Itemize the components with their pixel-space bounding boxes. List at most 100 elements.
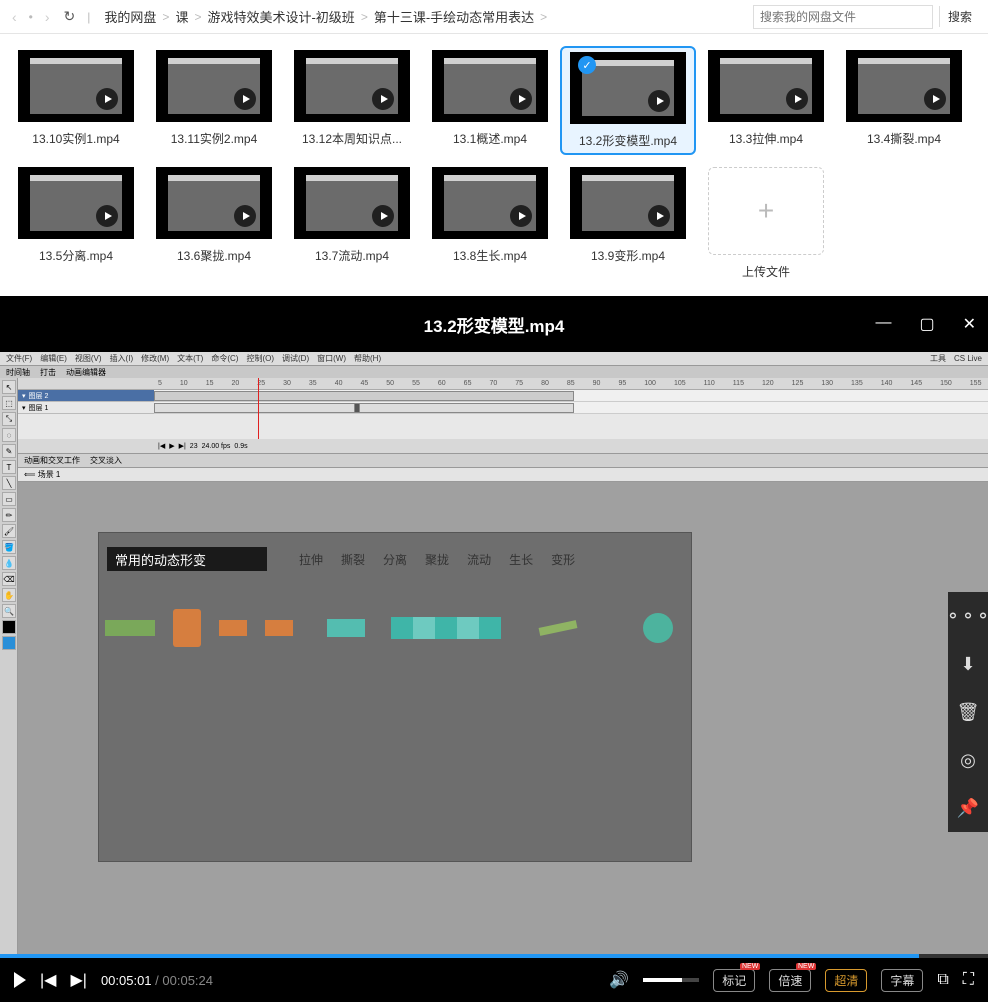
playhead-icon[interactable] [258, 378, 259, 447]
menu-item[interactable]: 修改(M) [141, 353, 169, 364]
crumb-0[interactable]: 我的网盘 [104, 7, 156, 26]
fill-swatch[interactable] [2, 636, 16, 650]
speed-button[interactable]: 倍速NEW [769, 969, 811, 992]
timeline-status: |◀ ▶ ▶| 23 24.00 fps 0.9s [18, 439, 988, 453]
search-input[interactable] [753, 5, 933, 29]
menu-right[interactable]: 工具 [930, 353, 946, 364]
file-name: 13.3拉伸.mp4 [729, 130, 803, 147]
prev-button[interactable]: |◀ [40, 970, 56, 990]
pen-tool-icon[interactable]: ✎ [2, 444, 16, 458]
zoom-tool-icon[interactable]: 🔍 [2, 604, 16, 618]
next-button[interactable]: ▶| [70, 970, 86, 990]
scene-tab[interactable]: 动画和交叉工作 [24, 455, 80, 466]
menu-item[interactable]: 帮助(H) [354, 353, 381, 364]
file-item[interactable]: 13.5分离.mp4 [8, 163, 144, 284]
crumb-3[interactable]: 第十三课-手绘动态常用表达 [374, 7, 534, 26]
rect-tool-icon[interactable]: ▭ [2, 492, 16, 506]
bucket-tool-icon[interactable]: 🪣 [2, 540, 16, 554]
menu-item[interactable]: 插入(I) [110, 353, 134, 364]
subtitle-button[interactable]: 字幕 [881, 969, 923, 992]
search-button[interactable]: 搜索 [939, 6, 980, 27]
timeline-tab[interactable]: 时间轴 [6, 367, 30, 378]
timeline-tab[interactable]: 动画编辑器 [66, 367, 106, 378]
mark-button[interactable]: 标记NEW [713, 969, 755, 992]
volume-icon[interactable]: 🔊 [609, 970, 629, 990]
crumb-1[interactable]: 课 [175, 7, 188, 26]
menu-item[interactable]: 命令(C) [211, 353, 238, 364]
canvas-area[interactable]: 常用的动态形变 拉伸撕裂分离聚拢流动生长变形 [18, 482, 988, 954]
layer-row[interactable]: ▾图层 1 [18, 402, 154, 414]
file-item[interactable]: ✓13.2形变模型.mp4 [560, 46, 696, 155]
video-thumbnail [294, 50, 410, 122]
menu-item[interactable]: 视图(V) [75, 353, 102, 364]
menu-item[interactable]: 调试(D) [282, 353, 309, 364]
file-item[interactable]: 13.6聚拢.mp4 [146, 163, 282, 284]
timeline-tab[interactable]: 打击 [40, 367, 56, 378]
menu-item[interactable]: 控制(O) [246, 353, 274, 364]
menu-right[interactable]: CS Live [954, 354, 982, 363]
nav-bar: ‹ • › ↻ | 我的网盘 > 课 > 游戏特效美术设计-初级班 > 第十三课… [0, 0, 988, 34]
close-icon[interactable]: ✕ [963, 314, 976, 334]
timeline-track[interactable] [154, 390, 988, 438]
volume-slider[interactable] [643, 978, 699, 982]
fullscreen-icon[interactable]: ⛶ [963, 971, 974, 989]
file-item[interactable]: 13.1概述.mp4 [422, 46, 558, 155]
file-item[interactable]: 13.3拉伸.mp4 [698, 46, 834, 155]
brush-tool-icon[interactable]: 🖌 [2, 524, 16, 538]
menu-item[interactable]: 文件(F) [6, 353, 32, 364]
scene-tab[interactable]: 交叉淡入 [90, 455, 122, 466]
play-icon [372, 205, 394, 227]
video-thumbnail [708, 50, 824, 122]
back-arrow-icon[interactable]: ‹ [8, 7, 21, 27]
play-frame-icon[interactable]: ▶ [169, 442, 174, 450]
eraser-tool-icon[interactable]: ⌫ [2, 572, 16, 586]
download-icon[interactable]: ⬇ [948, 640, 988, 688]
next-frame-icon[interactable]: ▶| [179, 442, 186, 450]
hand-tool-icon[interactable]: ✋ [2, 588, 16, 602]
prev-frame-icon[interactable]: |◀ [158, 442, 165, 450]
stage-label: 分离 [383, 551, 407, 568]
lasso-tool-icon[interactable]: ◌ [2, 428, 16, 442]
scene-tabs: 动画和交叉工作 交叉淡入 [18, 454, 988, 468]
progress-bar[interactable] [0, 954, 988, 958]
transform-tool-icon[interactable]: ⤡ [2, 412, 16, 426]
pin-icon[interactable]: 📌 [948, 784, 988, 832]
stroke-swatch[interactable] [2, 620, 16, 634]
more-icon[interactable]: ◎ [948, 736, 988, 784]
forward-arrow-icon[interactable]: › [41, 7, 54, 27]
scene-bar: ⟸ 场景 1 [18, 468, 988, 482]
text-tool-icon[interactable]: T [2, 460, 16, 474]
subselect-tool-icon[interactable]: ⬚ [2, 396, 16, 410]
stage-label: 流动 [467, 551, 491, 568]
play-button[interactable] [14, 972, 26, 988]
minimize-icon[interactable]: — [875, 314, 891, 334]
refresh-icon[interactable]: ↻ [60, 6, 80, 27]
delete-icon[interactable]: 🗑 [948, 688, 988, 736]
menu-item[interactable]: 编辑(E) [40, 353, 67, 364]
crumb-2[interactable]: 游戏特效美术设计-初级班 [207, 7, 354, 26]
line-tool-icon[interactable]: ╲ [2, 476, 16, 490]
pencil-tool-icon[interactable]: ✏ [2, 508, 16, 522]
play-icon [648, 90, 670, 112]
file-item[interactable]: 13.9变形.mp4 [560, 163, 696, 284]
maximize-icon[interactable]: ▢ [919, 314, 934, 334]
file-name: 13.1概述.mp4 [453, 130, 527, 147]
upload-tile[interactable]: +上传文件 [698, 163, 834, 284]
video-thumbnail [18, 167, 134, 239]
select-tool-icon[interactable]: ↖ [2, 380, 16, 394]
menu-item[interactable]: 窗口(W) [317, 353, 346, 364]
pip-icon[interactable]: ⧉ [937, 971, 948, 989]
menu-item[interactable]: 文本(T) [177, 353, 203, 364]
share-icon[interactable]: ⚬⚬⚬ [948, 592, 988, 640]
file-grid: 13.10实例1.mp413.11实例2.mp413.12本周知识点...13.… [0, 34, 988, 296]
eyedrop-tool-icon[interactable]: 💧 [2, 556, 16, 570]
file-item[interactable]: 13.7流动.mp4 [284, 163, 420, 284]
layer-row[interactable]: ▾图层 2 [18, 390, 154, 402]
quality-button[interactable]: 超清 [825, 969, 867, 992]
file-item[interactable]: 13.11实例2.mp4 [146, 46, 282, 155]
file-item[interactable]: 13.10实例1.mp4 [8, 46, 144, 155]
file-item[interactable]: 13.12本周知识点... [284, 46, 420, 155]
file-item[interactable]: 13.8生长.mp4 [422, 163, 558, 284]
file-item[interactable]: 13.4撕裂.mp4 [836, 46, 972, 155]
tool-palette: ↖ ⬚ ⤡ ◌ ✎ T ╲ ▭ ✏ 🖌 🪣 💧 ⌫ ✋ 🔍 [0, 378, 18, 954]
